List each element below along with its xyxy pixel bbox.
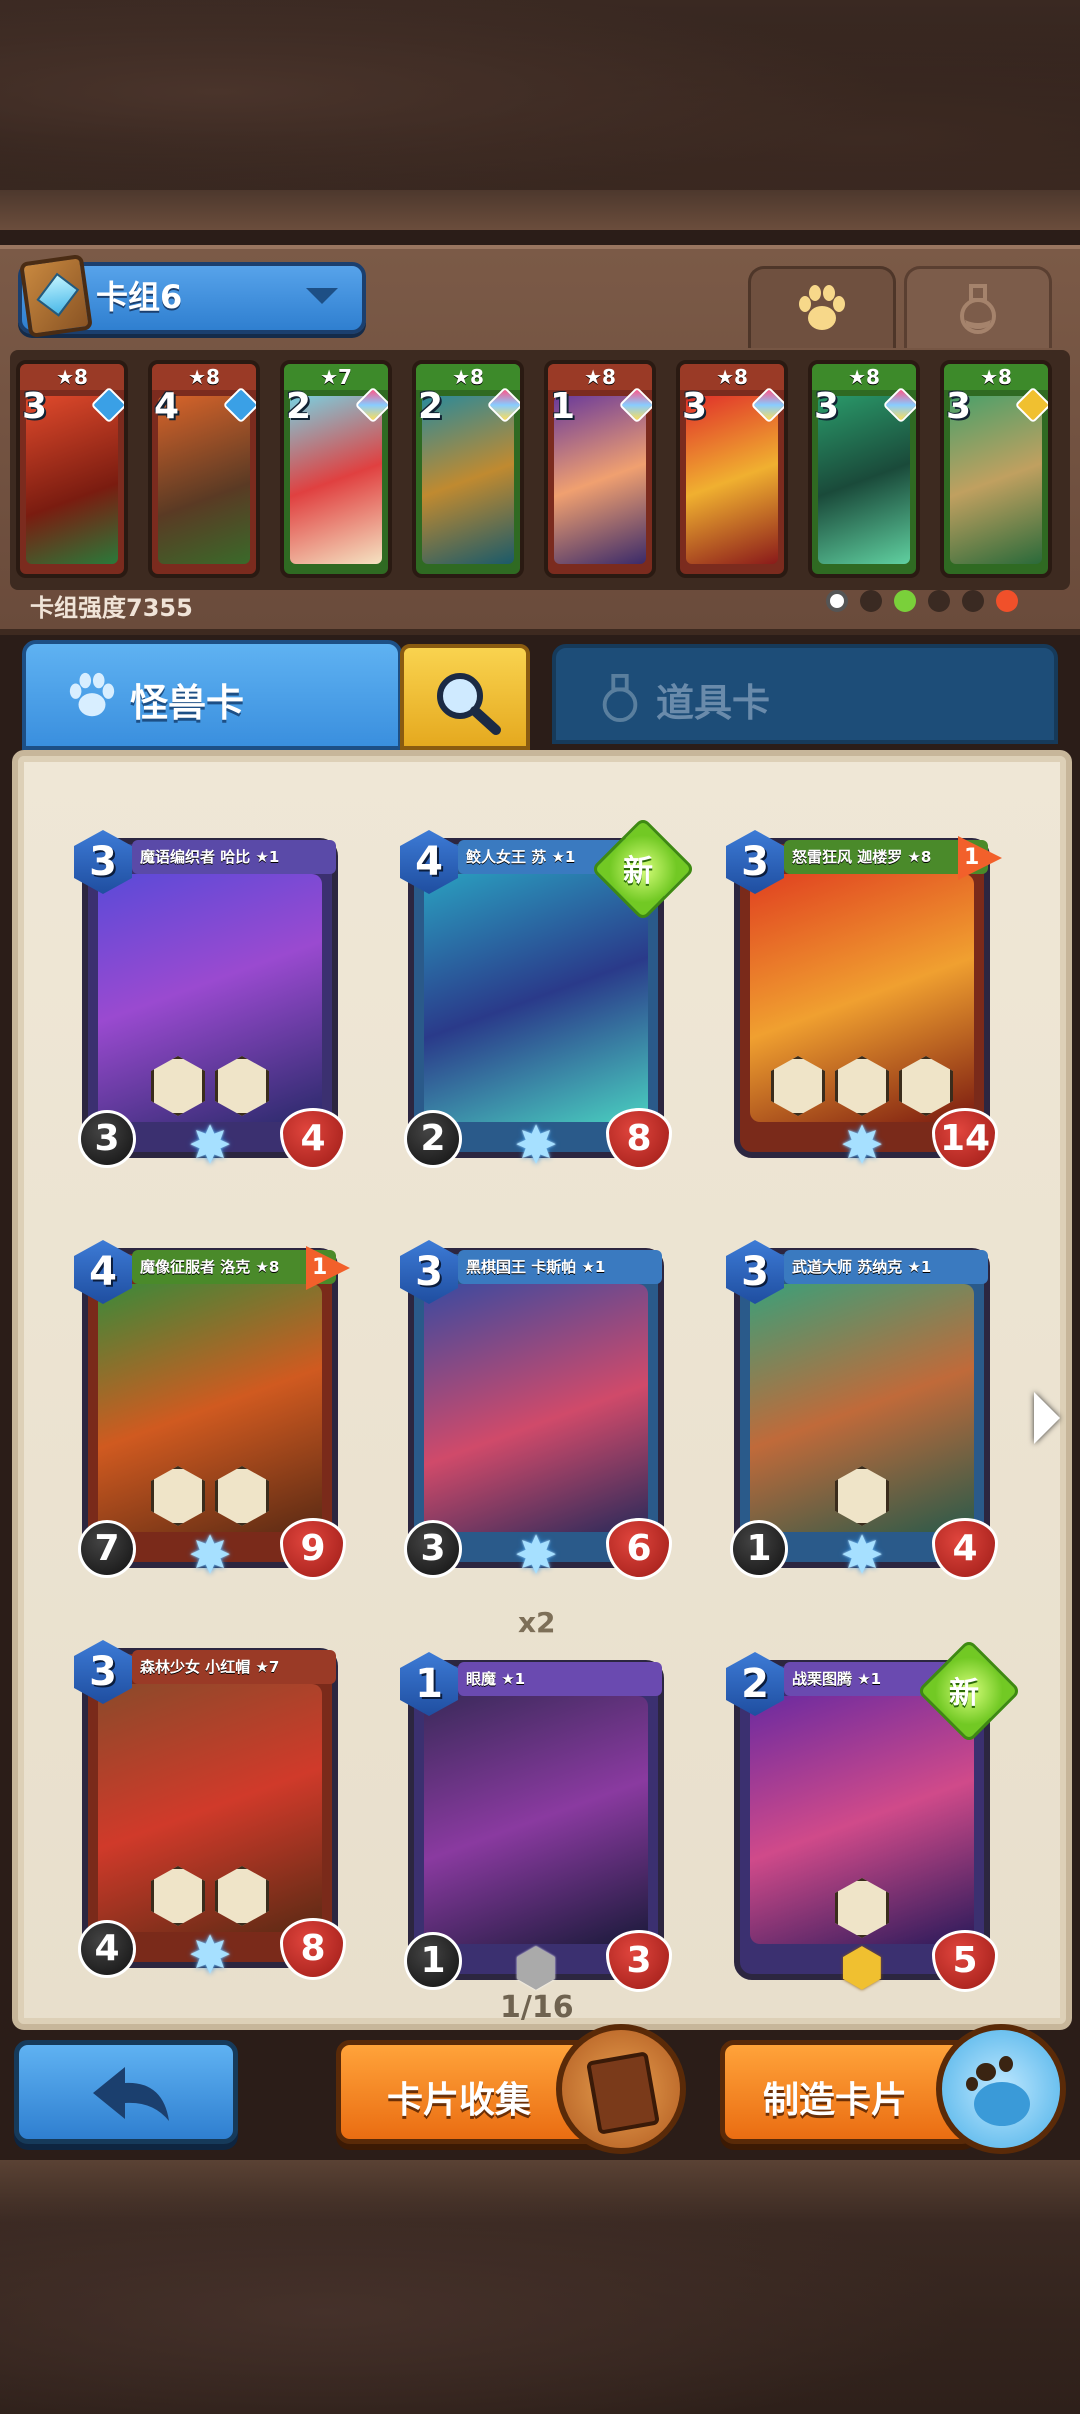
star-icon: ✸ — [514, 1116, 558, 1176]
filter-nature-icon[interactable] — [894, 590, 916, 612]
deck-card-cost: 4 — [154, 386, 180, 427]
card-title: 森林少女 小红帽 ★7 — [132, 1650, 336, 1684]
tab-monster-cards[interactable]: 怪兽卡 — [22, 640, 402, 750]
collection-card[interactable]: 怒雷狂风 迦楼罗 ★8 3 ✸ 14 1 — [726, 830, 1002, 1174]
chevron-down-icon[interactable] — [306, 288, 338, 304]
tab-item-deck[interactable] — [904, 266, 1052, 348]
card-title: 武道大师 苏纳克 ★1 — [784, 1250, 988, 1284]
star-icon: ✸ — [188, 1116, 232, 1176]
potion-icon — [602, 674, 638, 722]
back-arrow-icon — [93, 2067, 169, 2121]
collection-card[interactable]: 黑棋国王 卡斯帕 ★1 3 3 ✸ 6 — [400, 1240, 672, 1584]
new-label: 新 — [623, 854, 653, 889]
deck-card-cost: 3 — [682, 386, 708, 427]
card-attack: 1 — [730, 1520, 788, 1578]
card-attack: 7 — [78, 1520, 136, 1578]
card-art — [424, 874, 648, 1122]
skill-icons — [151, 1866, 269, 1926]
star-icon: ✸ — [840, 1526, 884, 1586]
back-button[interactable] — [14, 2040, 238, 2144]
deck-card[interactable]: ★8 3 — [808, 360, 920, 578]
potion-icon — [960, 283, 996, 334]
collection-card[interactable]: 武道大师 苏纳克 ★1 3 1 ✸ 4 — [726, 1240, 998, 1584]
card-title: 眼魔 ★1 — [458, 1662, 662, 1696]
page-indicator: 1/16 — [500, 1990, 574, 2025]
skill-icons — [771, 1056, 953, 1116]
skill-icons — [151, 1056, 269, 1116]
deck-card-cost: 3 — [814, 386, 840, 427]
tab-item-label: 道具卡 — [656, 681, 771, 725]
collection-card[interactable]: 森林少女 小红帽 ★7 3 4 ✸ 8 — [74, 1640, 346, 1984]
card-title: 魔语编织者 哈比 ★1 — [132, 840, 336, 874]
skill-icons — [835, 1466, 889, 1526]
deck-card-cost: 2 — [418, 386, 444, 427]
card-attack: 4 — [78, 1920, 136, 1978]
card-title: 魔像征服者 洛克 ★8 — [132, 1250, 336, 1284]
wood-header-background — [0, 0, 1080, 230]
card-attack: 3 — [78, 1110, 136, 1168]
filter-element-icon[interactable] — [928, 590, 950, 612]
filter-all-icon[interactable] — [826, 590, 848, 612]
paw-icon — [799, 284, 845, 330]
filter-element-icon[interactable] — [860, 590, 882, 612]
card-title: 黑棋国王 卡斯帕 ★1 — [458, 1250, 662, 1284]
deck-book-icon — [19, 253, 93, 339]
tab-monster-deck[interactable] — [748, 266, 896, 348]
new-label: 新 — [949, 1676, 979, 1711]
deck-card[interactable]: ★8 3 — [940, 360, 1052, 578]
deck-card-cost: 3 — [946, 386, 972, 427]
search-button[interactable] — [400, 644, 530, 750]
star-icon: ✸ — [188, 1526, 232, 1586]
star-icon: ✸ — [514, 1526, 558, 1586]
star-icon: ⬢ — [839, 1938, 885, 1998]
craft-card-label: 制造卡片 — [763, 2080, 908, 2121]
star-icon: ⬢ — [513, 1938, 559, 1998]
deck-card-cost: 1 — [550, 386, 576, 427]
element-filter-icons — [826, 590, 1018, 612]
collection-card[interactable]: 鲛人女王 苏 ★1 4 2 ✸ 8 新 — [400, 816, 696, 1174]
deck-card[interactable]: ★8 2 — [412, 360, 524, 578]
deck-card[interactable]: ★8 3 — [676, 360, 788, 578]
next-page-arrow[interactable] — [1034, 1392, 1060, 1444]
card-attack: 2 — [404, 1110, 462, 1168]
card-attack: 1 — [404, 1932, 462, 1990]
star-icon: ✸ — [188, 1926, 232, 1986]
collection-card[interactable]: 魔语编织者 哈比 ★1 3 3 ✸ 4 — [74, 830, 346, 1174]
tab-monster-label: 怪兽卡 — [130, 681, 245, 725]
tab-item-cards[interactable]: 道具卡 — [552, 644, 1058, 744]
craft-potion-icon — [936, 2024, 1066, 2154]
collection-card[interactable]: 战栗图腾 ★1 2 ⬢ 5 新 — [726, 1638, 1022, 1996]
card-art — [424, 1284, 648, 1532]
wood-footer-background — [0, 2160, 1080, 2414]
star-icon: ✸ — [840, 1116, 884, 1176]
deck-card[interactable]: ★8 1 — [544, 360, 656, 578]
deck-card[interactable]: ★8 3 — [16, 360, 128, 578]
card-art — [424, 1696, 648, 1944]
collection-card[interactable]: 魔像征服者 洛克 ★8 4 7 ✸ 9 1 — [74, 1240, 350, 1584]
collection-card[interactable]: 眼魔 ★1 1 1 ⬢ 3 — [400, 1652, 672, 1996]
card-attack: 3 — [404, 1520, 462, 1578]
filter-element-icon[interactable] — [962, 590, 984, 612]
card-collection-label: 卡片收集 — [387, 2080, 532, 2121]
deck-card[interactable]: ★7 2 — [280, 360, 392, 578]
skill-icons — [835, 1878, 889, 1938]
card-title: 怒雷狂风 迦楼罗 ★8 — [784, 840, 988, 874]
card-pack-icon — [556, 2024, 686, 2154]
deck-card[interactable]: ★8 4 — [148, 360, 260, 578]
paw-icon — [69, 672, 115, 717]
deck-card-cost: 3 — [22, 386, 48, 427]
filter-fire-icon[interactable] — [996, 590, 1018, 612]
skill-icons — [151, 1466, 269, 1526]
deck-card-cost: 2 — [286, 386, 312, 427]
search-icon — [437, 673, 501, 735]
deck-power: 卡组强度7355 — [30, 594, 193, 622]
deck-name: 卡组6 — [96, 278, 183, 316]
duplicate-count: x2 — [518, 1606, 556, 1639]
